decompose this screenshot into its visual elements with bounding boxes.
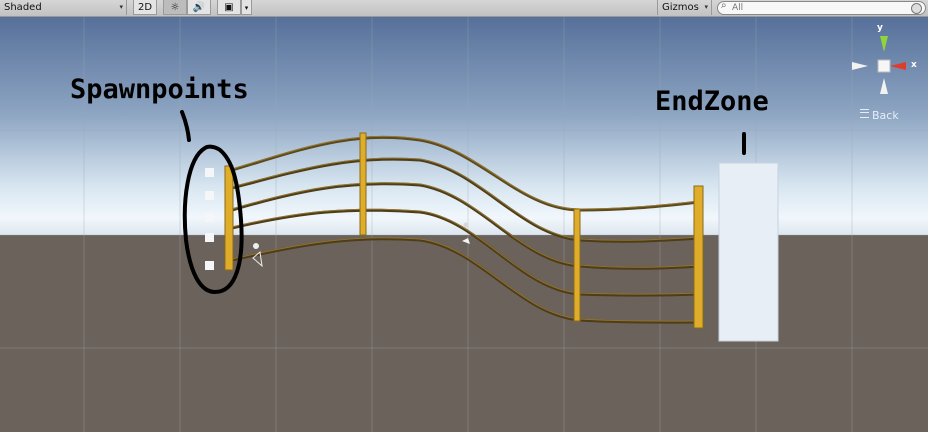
rail-post [359,132,367,236]
shading-mode-dropdown[interactable]: Shaded ▾ [0,0,127,15]
image-icon: ▣ [224,2,234,13]
audio-toggle-button[interactable]: 🔊 [187,0,211,15]
scene-toolbar: Shaded ▾ 2D ☼ 🔊 ▣ ▾ Gizmos ▾ ⌕ [0,0,928,17]
y-axis-cone [880,36,888,52]
neg-x-axis-cone [852,62,868,70]
search-icon: ⌕ [721,0,727,11]
chevron-down-icon: ▾ [119,3,123,11]
search-input[interactable] [732,2,902,14]
gizmo-center-cube [877,59,891,73]
gizmos-dropdown[interactable]: Gizmos ▾ [657,0,712,15]
sun-icon: ☼ [170,2,180,13]
lighting-toggle-button[interactable]: ☼ [163,0,187,15]
back-label: Back [872,109,899,122]
speaker-icon: 🔊 [192,2,206,13]
neg-y-axis-cone [880,78,888,94]
chevron-down-icon: ▾ [704,3,708,11]
effects-dropdown-button[interactable]: ▾ [241,0,252,15]
search-field[interactable]: ⌕ [717,0,926,15]
orientation-gizmo[interactable]: y x [848,23,920,100]
endzone-box [718,162,779,342]
ground-plane [0,235,928,432]
view-back-toggle[interactable]: Back [860,109,899,122]
menu-lines-icon [860,109,869,118]
chevron-down-icon: ▾ [244,4,249,12]
clear-search-icon[interactable] [911,3,922,14]
spawnpoints-label: Spawnpoints [70,74,249,105]
effects-toggle-button[interactable]: ▣ [217,0,241,15]
x-axis-cone [890,62,906,70]
2d-toggle-label: 2D [137,2,153,13]
gizmos-label: Gizmos [662,2,699,13]
endzone-label: EndZone [655,86,769,117]
x-axis-label: x [911,60,917,70]
rail-post [224,165,234,271]
shading-mode-label: Shaded [4,2,42,13]
y-axis-label: y [877,23,883,33]
rail-post [693,185,704,329]
light-gizmo-icon [463,222,469,228]
rail-post [573,208,581,322]
2d-toggle-button[interactable]: 2D [133,0,157,15]
